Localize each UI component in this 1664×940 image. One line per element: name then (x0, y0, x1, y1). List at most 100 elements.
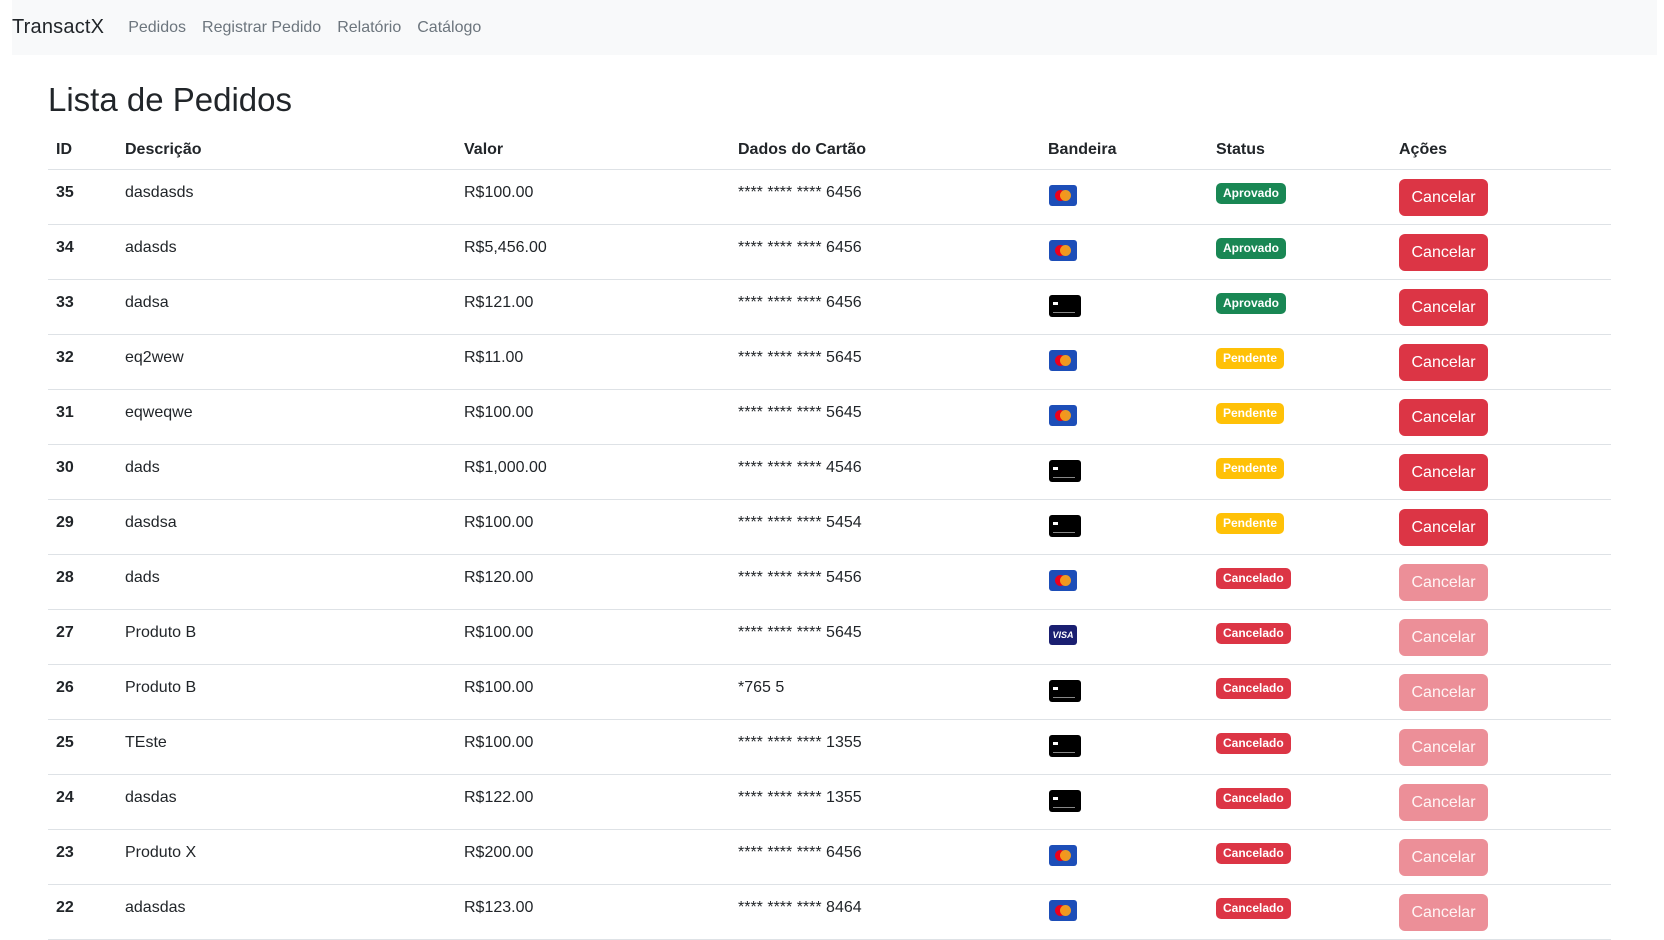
credit-card-icon (1049, 680, 1081, 702)
credit-card-icon (1049, 515, 1081, 537)
status-badge: Pendente (1216, 458, 1285, 479)
order-description: dads (125, 569, 160, 586)
navbar-brand[interactable]: TransactX (12, 16, 104, 39)
status-badge: Cancelado (1216, 843, 1291, 864)
order-id: 26 (56, 679, 74, 696)
order-value: R$1,000.00 (464, 459, 547, 476)
navbar: TransactX Pedidos Registrar Pedido Relat… (12, 0, 1657, 55)
table-row: 28 dads R$120.00 **** **** **** 5456 Cancela… (48, 554, 1611, 610)
card-number: **** **** **** 1355 (738, 734, 862, 751)
visa-icon: VISA (1049, 625, 1077, 645)
order-value: R$120.00 (464, 569, 534, 586)
nav-link-catalogo[interactable]: Catálogo (417, 19, 481, 37)
main-content: Lista de Pedidos ID Descrição Valor Dado… (48, 55, 1611, 940)
order-value: R$100.00 (464, 404, 534, 421)
card-number: **** **** **** 6456 (738, 184, 862, 201)
order-value: R$11.00 (464, 349, 524, 366)
card-number: **** **** **** 5454 (738, 514, 862, 531)
order-value: R$122.00 (464, 789, 534, 806)
order-id: 35 (56, 184, 74, 201)
cancel-button[interactable]: Cancelar (1399, 399, 1488, 436)
table-row: 25 TEste R$100.00 **** **** **** 1355 Cancel… (48, 719, 1611, 775)
table-row: 23 Produto X R$200.00 **** **** **** 6456 Ca… (48, 829, 1611, 885)
order-id: 29 (56, 514, 74, 531)
order-id: 24 (56, 789, 74, 806)
order-id: 27 (56, 624, 74, 641)
order-value: R$123.00 (464, 899, 534, 916)
order-description: dadsa (125, 294, 169, 311)
cancel-button[interactable]: Cancelar (1399, 234, 1488, 271)
status-badge: Aprovado (1216, 238, 1287, 259)
order-description: adasds (125, 239, 177, 256)
credit-card-icon (1049, 460, 1081, 482)
credit-card-icon (1049, 790, 1081, 812)
card-number: **** **** **** 1355 (738, 789, 862, 806)
card-number: **** **** **** 5645 (738, 624, 862, 641)
table-header-row: ID Descrição Valor Dados do Cartão Bande… (48, 131, 1611, 170)
mastercard-icon (1049, 900, 1077, 921)
table-row: 22 adasdas R$123.00 **** **** **** 8464 Canc… (48, 884, 1611, 940)
order-description: dasdasds (125, 184, 194, 201)
cancel-button: Cancelar (1399, 894, 1488, 931)
cancel-button[interactable]: Cancelar (1399, 509, 1488, 546)
order-value: R$100.00 (464, 624, 534, 641)
column-header-dados-cartao: Dados do Cartão (730, 131, 1040, 170)
order-description: Produto B (125, 679, 197, 696)
cancel-button[interactable]: Cancelar (1399, 344, 1488, 381)
cancel-button[interactable]: Cancelar (1399, 179, 1488, 216)
table-row: 27 Produto B R$100.00 **** **** **** 5645 VI… (48, 609, 1611, 665)
nav-link-relatorio[interactable]: Relatório (337, 19, 401, 37)
table-row: 33 dadsa R$121.00 **** **** **** 6456 Aprova… (48, 279, 1611, 335)
status-badge: Cancelado (1216, 568, 1291, 589)
table-row: 30 dads R$1,000.00 **** **** **** 4546 Pende… (48, 444, 1611, 500)
cancel-button[interactable]: Cancelar (1399, 289, 1488, 326)
cancel-button: Cancelar (1399, 839, 1488, 876)
card-number: **** **** **** 4546 (738, 459, 862, 476)
nav-link-registrar-pedido[interactable]: Registrar Pedido (202, 19, 321, 37)
column-header-status: Status (1208, 131, 1391, 170)
mastercard-icon (1049, 405, 1077, 426)
mastercard-icon (1049, 240, 1077, 261)
order-description: eqweqwe (125, 404, 193, 421)
status-badge: Aprovado (1216, 293, 1287, 314)
status-badge: Cancelado (1216, 623, 1291, 644)
card-number: **** **** **** 5645 (738, 404, 862, 421)
column-header-bandeira: Bandeira (1040, 131, 1208, 170)
order-id: 32 (56, 349, 74, 366)
status-badge: Cancelado (1216, 678, 1291, 699)
status-badge: Cancelado (1216, 733, 1291, 754)
mastercard-icon (1049, 350, 1077, 371)
cancel-button: Cancelar (1399, 729, 1488, 766)
table-row: 31 eqweqwe R$100.00 **** **** **** 5645 Pend… (48, 389, 1611, 445)
orders-table: ID Descrição Valor Dados do Cartão Bande… (48, 131, 1611, 940)
order-id: 33 (56, 294, 74, 311)
order-description: adasdas (125, 899, 186, 916)
column-header-descricao: Descrição (117, 131, 456, 170)
order-description: dads (125, 459, 160, 476)
orders-table-body: 35 dasdasds R$100.00 **** **** **** 6456 Apr… (48, 169, 1611, 940)
order-value: R$100.00 (464, 734, 534, 751)
order-id: 30 (56, 459, 74, 476)
status-badge: Cancelado (1216, 788, 1291, 809)
order-id: 23 (56, 844, 74, 861)
order-value: R$200.00 (464, 844, 534, 861)
card-number: **** **** **** 5456 (738, 569, 862, 586)
cancel-button: Cancelar (1399, 674, 1488, 711)
table-row: 24 dasdas R$122.00 **** **** **** 1355 Cance… (48, 774, 1611, 830)
status-badge: Pendente (1216, 403, 1285, 424)
card-number: **** **** **** 6456 (738, 294, 862, 311)
cancel-button: Cancelar (1399, 784, 1488, 821)
column-header-valor: Valor (456, 131, 730, 170)
table-row: 26 Produto B R$100.00 *765 5 Cancelado Cancel… (48, 664, 1611, 720)
order-id: 22 (56, 899, 74, 916)
mastercard-icon (1049, 570, 1077, 591)
status-badge: Pendente (1216, 348, 1285, 369)
mastercard-icon (1049, 845, 1077, 866)
cancel-button[interactable]: Cancelar (1399, 454, 1488, 491)
nav-link-pedidos[interactable]: Pedidos (128, 19, 186, 37)
table-row: 32 eq2wew R$11.00 **** **** **** 5645 Penden… (48, 334, 1611, 390)
order-value: R$100.00 (464, 184, 534, 201)
order-id: 34 (56, 239, 74, 256)
order-id: 28 (56, 569, 74, 586)
order-description: dasdas (125, 789, 177, 806)
